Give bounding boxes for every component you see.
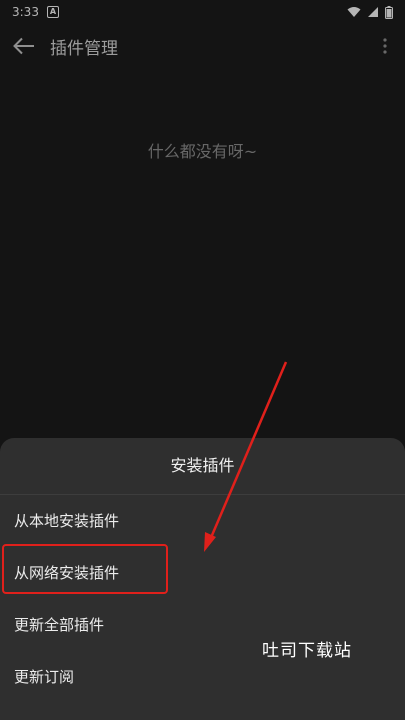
install-plugin-sheet: 安装插件 从本地安装插件 从网络安装插件 更新全部插件 更新订阅	[0, 438, 405, 720]
watermark: 吐司下载站	[262, 641, 352, 661]
menu-item-install-local[interactable]: 从本地安装插件	[0, 495, 405, 547]
screen: 3:33 A 插件管理 什么都没有呀~ 安装插件 从本地安装插件 从网络安装插件…	[0, 0, 405, 720]
sheet-title: 安装插件	[0, 438, 405, 495]
highlight-box	[2, 544, 168, 594]
